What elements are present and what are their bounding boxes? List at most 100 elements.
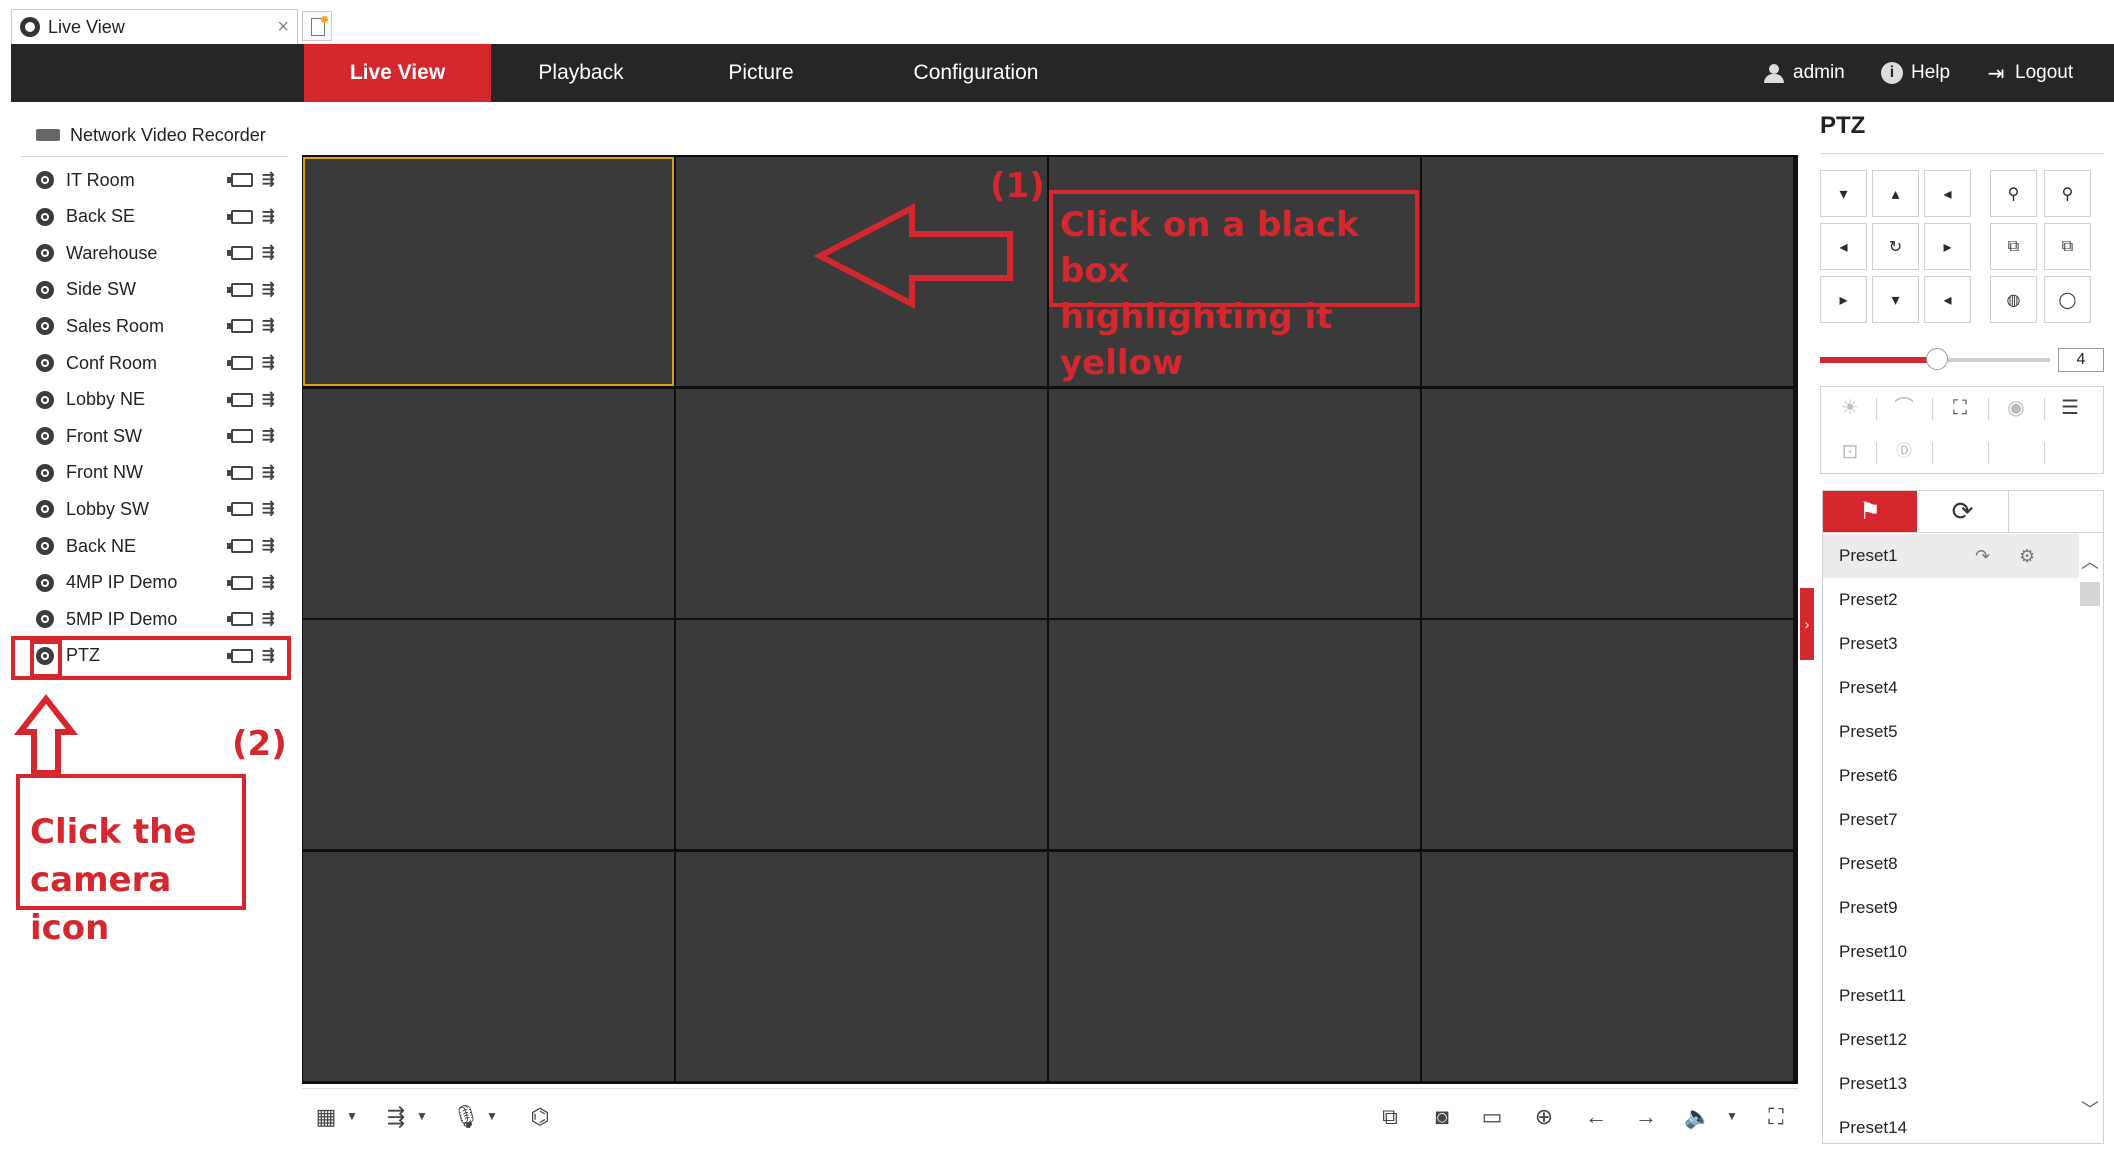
record-icon[interactable] — [227, 209, 253, 224]
preset-item[interactable]: Preset2 — [1823, 578, 2079, 622]
stream-select-icon[interactable]: ⇶ — [262, 169, 286, 191]
microphone-icon[interactable]: 🎙 — [452, 1103, 480, 1131]
lens-init-icon[interactable]: ◉ — [1996, 392, 2036, 424]
video-window[interactable] — [303, 851, 674, 1081]
record-icon[interactable] — [227, 246, 253, 261]
tab-picture[interactable]: Picture — [671, 44, 851, 102]
stream-select-icon[interactable]: ⇶ — [262, 462, 286, 484]
help-link[interactable]: i Help — [1881, 44, 1950, 102]
camera-row[interactable]: Warehouse ⇶ — [36, 237, 286, 269]
preset-item[interactable]: Preset9 — [1823, 886, 2079, 930]
camera-row[interactable]: Lobby NE ⇶ — [36, 384, 286, 416]
camera-icon[interactable] — [36, 354, 54, 372]
zoom-in-icon[interactable]: ⚲ — [2044, 170, 2091, 217]
preset-item[interactable]: Preset10 — [1823, 930, 2079, 974]
video-window[interactable] — [1049, 620, 1420, 849]
pan-left-icon[interactable]: ◂ — [1820, 223, 1867, 270]
camera-icon[interactable] — [36, 280, 54, 299]
window-layout-icon[interactable]: ▦ — [312, 1103, 340, 1131]
tab-configuration[interactable]: Configuration — [851, 44, 1101, 102]
auto-scan-icon[interactable]: ↻ — [1872, 223, 1919, 270]
stream-select-icon[interactable]: ⇶ — [262, 498, 286, 520]
preset-item[interactable]: Preset5 — [1823, 710, 2079, 754]
browser-tab[interactable]: Live View × — [11, 9, 298, 44]
camera-icon[interactable] — [36, 207, 54, 226]
pan-up-right-icon[interactable]: ◂ — [1924, 170, 1971, 217]
digital-zoom-icon[interactable]: ⊕ — [1530, 1103, 1558, 1131]
camera-icon[interactable] — [36, 244, 54, 263]
camera-row[interactable]: Conf Room ⇶ — [36, 347, 286, 379]
chevron-down-icon[interactable]: ▼ — [486, 1109, 498, 1123]
video-window[interactable] — [676, 851, 1047, 1081]
video-window[interactable] — [1422, 157, 1793, 386]
record-icon[interactable] — [227, 319, 253, 334]
video-window[interactable] — [1049, 851, 1420, 1081]
record-icon[interactable] — [227, 539, 253, 553]
capture-icon[interactable]: ◙ — [1428, 1103, 1456, 1131]
audio-mute-icon[interactable]: 🔈 — [1684, 1103, 1712, 1131]
collapse-panel-button[interactable]: › — [1800, 588, 1814, 660]
camera-row[interactable]: 5MP IP Demo ⇶ — [36, 603, 286, 635]
preset-item[interactable]: Preset14 — [1823, 1106, 2079, 1150]
video-window[interactable] — [303, 388, 674, 618]
video-window[interactable] — [1422, 620, 1793, 849]
preset-item[interactable]: Preset11 — [1823, 974, 2079, 1018]
auxiliary-focus-icon[interactable]: ⛶ — [1940, 392, 1980, 424]
record-icon[interactable] — [227, 356, 253, 370]
chevron-down-icon[interactable]: ▼ — [1726, 1109, 1738, 1123]
preset-item[interactable]: Preset13 — [1823, 1062, 2079, 1106]
stream-select-icon[interactable]: ⇶ — [262, 425, 286, 447]
record-icon[interactable] — [227, 282, 253, 297]
tab-preset[interactable]: ⚑ — [1823, 491, 1917, 532]
manual-tracking-icon[interactable]: ⊡ — [1830, 436, 1870, 468]
record-icon[interactable] — [227, 392, 253, 407]
fullscreen-icon[interactable]: ⛶ — [1762, 1103, 1790, 1131]
pan-down-right-icon[interactable]: ◂ — [1924, 276, 1971, 323]
new-tab-icon[interactable] — [302, 11, 332, 41]
menu-icon[interactable]: ☰ — [2050, 392, 2090, 424]
user-menu[interactable]: admin — [1763, 44, 1845, 102]
preset-item[interactable]: Preset3 — [1823, 622, 2079, 666]
preset-item[interactable]: Preset4 — [1823, 666, 2079, 710]
camera-row[interactable]: Lobby SW ⇶ — [36, 493, 286, 525]
stream-select-icon[interactable]: ⇶ — [262, 352, 286, 374]
focus-near-icon[interactable]: ⧉ — [1990, 223, 2037, 270]
camera-row[interactable]: 4MP IP Demo ⇶ — [36, 567, 286, 599]
record-icon[interactable] — [227, 465, 253, 480]
pan-up-left-icon[interactable]: ▾ — [1820, 170, 1867, 217]
pan-up-icon[interactable]: ▴ — [1872, 170, 1919, 217]
camera-icon[interactable] — [36, 390, 54, 409]
wiper-icon[interactable]: ⌒ — [1884, 392, 1924, 424]
stop-all-preview-icon[interactable]: ⧉ — [1376, 1103, 1404, 1131]
record-icon[interactable] — [227, 502, 253, 517]
next-page-icon[interactable]: → — [1632, 1103, 1660, 1131]
preset-item[interactable]: Preset6 — [1823, 754, 2079, 798]
pan-down-icon[interactable]: ▾ — [1872, 276, 1919, 323]
chevron-down-icon[interactable]: ﹀ — [2080, 1096, 2100, 1120]
stream-select-icon[interactable]: ⇶ — [262, 389, 286, 411]
stream-select-icon[interactable]: ⇶ — [262, 535, 286, 557]
camera-icon[interactable] — [36, 610, 54, 629]
stream-select-icon[interactable]: ⇶ — [262, 315, 286, 337]
camera-row[interactable]: Side SW ⇶ — [36, 274, 286, 306]
chevron-up-icon[interactable]: ︿ — [2080, 548, 2100, 572]
video-window[interactable] — [676, 388, 1047, 618]
preset-item[interactable]: Preset12 — [1823, 1018, 2079, 1062]
zoom-out-icon[interactable]: ⚲ — [1990, 170, 2037, 217]
record-icon[interactable] — [227, 612, 253, 627]
record-icon[interactable] — [227, 429, 253, 444]
video-window[interactable] — [303, 620, 674, 849]
camera-icon[interactable] — [36, 500, 54, 519]
ptz-control-icon[interactable]: ⌬ — [526, 1103, 554, 1131]
stream-type-icon[interactable]: ⇶ — [382, 1103, 410, 1131]
preset-item[interactable]: Preset1 ↷ ⚙ — [1823, 534, 2079, 578]
stream-select-icon[interactable]: ⇶ — [262, 572, 286, 594]
light-icon[interactable]: ☀ — [1830, 392, 1870, 424]
gear-icon[interactable]: ⚙ — [2019, 534, 2035, 578]
stream-select-icon[interactable]: ⇶ — [262, 206, 286, 228]
ptz-speed-slider-handle[interactable] — [1926, 348, 1948, 370]
iris-close-icon[interactable]: ◍ — [1990, 276, 2037, 323]
chevron-down-icon[interactable]: ▼ — [346, 1109, 358, 1123]
close-icon[interactable]: × — [277, 16, 289, 39]
camera-icon[interactable] — [36, 171, 54, 189]
